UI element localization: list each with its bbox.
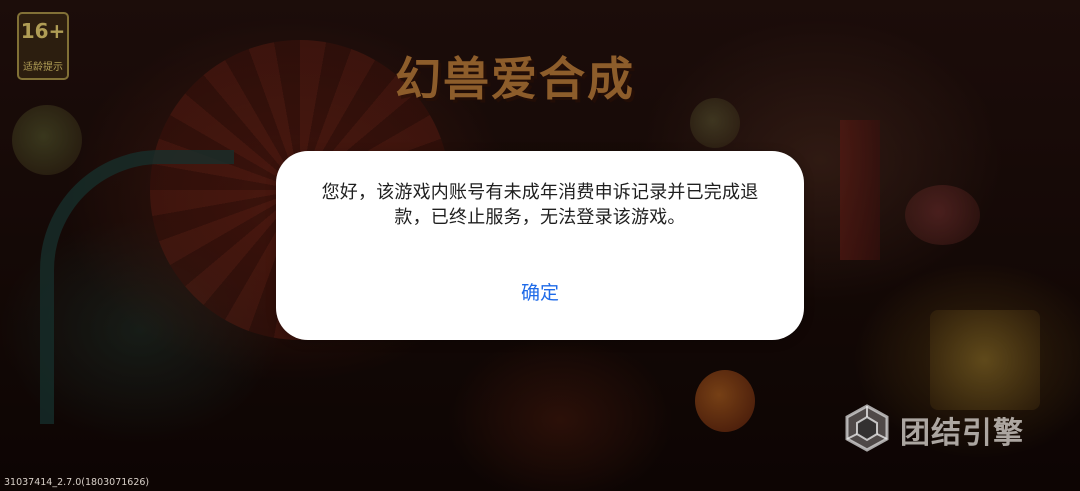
engine-watermark-text: 团结引擎 <box>900 416 1024 451</box>
age-rating-label: 适龄提示 <box>23 62 63 73</box>
age-rating-number: 16+ <box>20 19 66 43</box>
cube-icon <box>842 403 892 457</box>
engine-watermark: 团结引擎 <box>842 402 1024 458</box>
confirm-button[interactable]: 确定 <box>490 273 590 313</box>
build-version-label: 31037414_2.7.0(1803071626) <box>4 477 150 488</box>
dialog-message: 您好，该游戏内账号有未成年消费申诉记录并已完成退款，已终止服务，无法登录该游戏。 <box>321 182 759 228</box>
age-rating-badge[interactable]: 16+ 适龄提示 <box>17 12 69 80</box>
game-logo: 幻兽爱合成 <box>395 52 635 106</box>
alert-dialog: 您好，该游戏内账号有未成年消费申诉记录并已完成退款，已终止服务，无法登录该游戏。… <box>276 151 804 340</box>
